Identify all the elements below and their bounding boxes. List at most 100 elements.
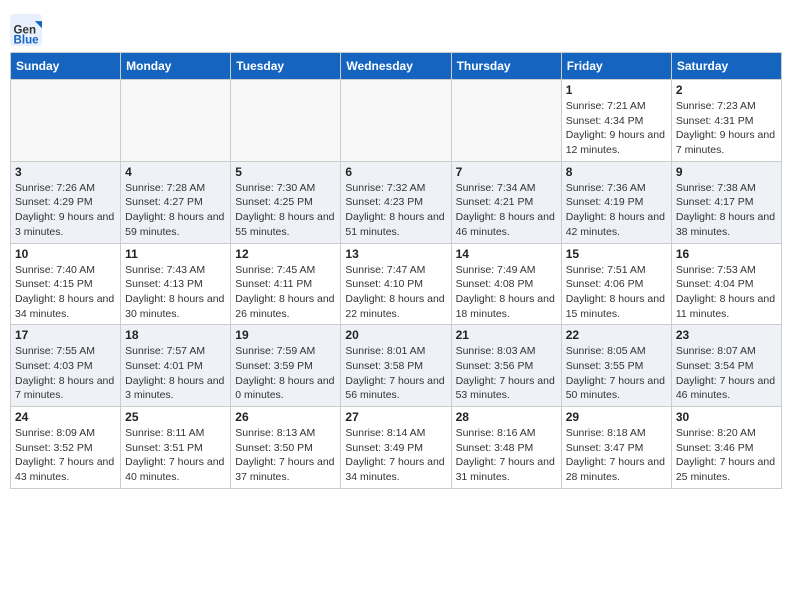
day-cell: 16 Sunrise: 7:53 AM Sunset: 4:04 PM Dayli… <box>671 243 781 325</box>
day-cell: 29Sunrise: 8:18 AM Sunset: 3:47 PM Dayli… <box>561 407 671 489</box>
svg-text:Blue: Blue <box>14 34 40 46</box>
day-number: 11 <box>125 247 226 261</box>
day-info: Sunrise: 8:13 AM Sunset: 3:50 PM Dayligh… <box>235 426 336 485</box>
day-info: Sunrise: 7:53 AM Sunset: 4:04 PM Dayligh… <box>676 263 777 322</box>
day-info: Sunrise: 8:11 AM Sunset: 3:51 PM Dayligh… <box>125 426 226 485</box>
day-number: 7 <box>456 165 557 179</box>
day-cell: 18 Sunrise: 7:57 AM Sunset: 4:01 PM Dayli… <box>121 325 231 407</box>
day-number: 10 <box>15 247 116 261</box>
day-cell: 5Sunrise: 7:30 AM Sunset: 4:25 PM Daylig… <box>231 161 341 243</box>
day-number: 22 <box>566 328 667 342</box>
day-cell: 7Sunrise: 7:34 AM Sunset: 4:21 PM Daylig… <box>451 161 561 243</box>
day-number: 3 <box>15 165 116 179</box>
day-number: 4 <box>125 165 226 179</box>
page-header: Gen Blue <box>10 10 782 46</box>
day-info: Sunrise: 7:23 AM Sunset: 4:31 PM Dayligh… <box>676 99 777 158</box>
day-number: 26 <box>235 410 336 424</box>
day-info: Sunrise: 8:14 AM Sunset: 3:49 PM Dayligh… <box>345 426 446 485</box>
header-thursday: Thursday <box>451 53 561 80</box>
day-info: Sunrise: 8:05 AM Sunset: 3:55 PM Dayligh… <box>566 344 667 403</box>
day-cell: 24Sunrise: 8:09 AM Sunset: 3:52 PM Dayli… <box>11 407 121 489</box>
day-cell <box>121 80 231 162</box>
day-info: Sunrise: 8:01 AM Sunset: 3:58 PM Dayligh… <box>345 344 446 403</box>
logo: Gen Blue <box>10 14 46 46</box>
day-info: Sunrise: 7:32 AM Sunset: 4:23 PM Dayligh… <box>345 181 446 240</box>
day-cell: 22 Sunrise: 8:05 AM Sunset: 3:55 PM Dayli… <box>561 325 671 407</box>
day-cell <box>341 80 451 162</box>
day-cell: 12 Sunrise: 7:45 AM Sunset: 4:11 PM Dayli… <box>231 243 341 325</box>
day-info: Sunrise: 7:30 AM Sunset: 4:25 PM Dayligh… <box>235 181 336 240</box>
day-cell: 3 Sunrise: 7:26 AM Sunset: 4:29 PM Daylig… <box>11 161 121 243</box>
day-number: 28 <box>456 410 557 424</box>
day-cell: 23Sunrise: 8:07 AM Sunset: 3:54 PM Dayli… <box>671 325 781 407</box>
day-number: 14 <box>456 247 557 261</box>
day-info: Sunrise: 8:09 AM Sunset: 3:52 PM Dayligh… <box>15 426 116 485</box>
day-number: 12 <box>235 247 336 261</box>
day-number: 8 <box>566 165 667 179</box>
day-cell: 21 Sunrise: 8:03 AM Sunset: 3:56 PM Dayli… <box>451 325 561 407</box>
header-sunday: Sunday <box>11 53 121 80</box>
day-info: Sunrise: 7:57 AM Sunset: 4:01 PM Dayligh… <box>125 344 226 403</box>
day-number: 19 <box>235 328 336 342</box>
day-number: 15 <box>566 247 667 261</box>
day-info: Sunrise: 7:49 AM Sunset: 4:08 PM Dayligh… <box>456 263 557 322</box>
day-info: Sunrise: 7:21 AM Sunset: 4:34 PM Dayligh… <box>566 99 667 158</box>
day-cell: 10 Sunrise: 7:40 AM Sunset: 4:15 PM Dayli… <box>11 243 121 325</box>
day-cell: 6 Sunrise: 7:32 AM Sunset: 4:23 PM Daylig… <box>341 161 451 243</box>
day-cell: 8 Sunrise: 7:36 AM Sunset: 4:19 PM Daylig… <box>561 161 671 243</box>
day-number: 9 <box>676 165 777 179</box>
day-info: Sunrise: 7:51 AM Sunset: 4:06 PM Dayligh… <box>566 263 667 322</box>
header-friday: Friday <box>561 53 671 80</box>
day-cell: 13 Sunrise: 7:47 AM Sunset: 4:10 PM Dayli… <box>341 243 451 325</box>
day-info: Sunrise: 7:38 AM Sunset: 4:17 PM Dayligh… <box>676 181 777 240</box>
day-info: Sunrise: 8:03 AM Sunset: 3:56 PM Dayligh… <box>456 344 557 403</box>
logo-icon: Gen Blue <box>10 14 42 46</box>
day-number: 21 <box>456 328 557 342</box>
day-cell: 27 Sunrise: 8:14 AM Sunset: 3:49 PM Dayli… <box>341 407 451 489</box>
week-row-5: 24Sunrise: 8:09 AM Sunset: 3:52 PM Dayli… <box>11 407 782 489</box>
day-cell: 2 Sunrise: 7:23 AM Sunset: 4:31 PM Daylig… <box>671 80 781 162</box>
week-row-3: 10 Sunrise: 7:40 AM Sunset: 4:15 PM Dayli… <box>11 243 782 325</box>
day-info: Sunrise: 7:45 AM Sunset: 4:11 PM Dayligh… <box>235 263 336 322</box>
day-number: 1 <box>566 83 667 97</box>
day-number: 18 <box>125 328 226 342</box>
day-number: 30 <box>676 410 777 424</box>
day-info: Sunrise: 7:36 AM Sunset: 4:19 PM Dayligh… <box>566 181 667 240</box>
day-cell: 30 Sunrise: 8:20 AM Sunset: 3:46 PM Dayli… <box>671 407 781 489</box>
day-info: Sunrise: 7:40 AM Sunset: 4:15 PM Dayligh… <box>15 263 116 322</box>
day-cell: 11Sunrise: 7:43 AM Sunset: 4:13 PM Dayli… <box>121 243 231 325</box>
day-cell: 4 Sunrise: 7:28 AM Sunset: 4:27 PM Daylig… <box>121 161 231 243</box>
day-info: Sunrise: 7:47 AM Sunset: 4:10 PM Dayligh… <box>345 263 446 322</box>
day-info: Sunrise: 7:59 AM Sunset: 3:59 PM Dayligh… <box>235 344 336 403</box>
day-number: 2 <box>676 83 777 97</box>
week-row-1: 1 Sunrise: 7:21 AM Sunset: 4:34 PM Daylig… <box>11 80 782 162</box>
day-number: 13 <box>345 247 446 261</box>
day-cell <box>231 80 341 162</box>
day-cell: 14 Sunrise: 7:49 AM Sunset: 4:08 PM Dayli… <box>451 243 561 325</box>
week-row-4: 17 Sunrise: 7:55 AM Sunset: 4:03 PM Dayli… <box>11 325 782 407</box>
day-info: Sunrise: 7:28 AM Sunset: 4:27 PM Dayligh… <box>125 181 226 240</box>
day-info: Sunrise: 7:55 AM Sunset: 4:03 PM Dayligh… <box>15 344 116 403</box>
day-number: 29 <box>566 410 667 424</box>
day-cell: 9 Sunrise: 7:38 AM Sunset: 4:17 PM Daylig… <box>671 161 781 243</box>
calendar-table: SundayMondayTuesdayWednesdayThursdayFrid… <box>10 52 782 489</box>
day-cell: 19 Sunrise: 7:59 AM Sunset: 3:59 PM Dayli… <box>231 325 341 407</box>
day-number: 6 <box>345 165 446 179</box>
day-cell: 17 Sunrise: 7:55 AM Sunset: 4:03 PM Dayli… <box>11 325 121 407</box>
day-number: 25 <box>125 410 226 424</box>
day-number: 23 <box>676 328 777 342</box>
day-number: 16 <box>676 247 777 261</box>
day-info: Sunrise: 8:20 AM Sunset: 3:46 PM Dayligh… <box>676 426 777 485</box>
day-cell <box>11 80 121 162</box>
day-number: 27 <box>345 410 446 424</box>
day-number: 17 <box>15 328 116 342</box>
day-cell: 26 Sunrise: 8:13 AM Sunset: 3:50 PM Dayli… <box>231 407 341 489</box>
day-cell: 20Sunrise: 8:01 AM Sunset: 3:58 PM Dayli… <box>341 325 451 407</box>
day-cell: 1 Sunrise: 7:21 AM Sunset: 4:34 PM Daylig… <box>561 80 671 162</box>
day-cell: 28Sunrise: 8:16 AM Sunset: 3:48 PM Dayli… <box>451 407 561 489</box>
day-info: Sunrise: 7:26 AM Sunset: 4:29 PM Dayligh… <box>15 181 116 240</box>
calendar-header-row: SundayMondayTuesdayWednesdayThursdayFrid… <box>11 53 782 80</box>
header-tuesday: Tuesday <box>231 53 341 80</box>
header-wednesday: Wednesday <box>341 53 451 80</box>
day-cell <box>451 80 561 162</box>
